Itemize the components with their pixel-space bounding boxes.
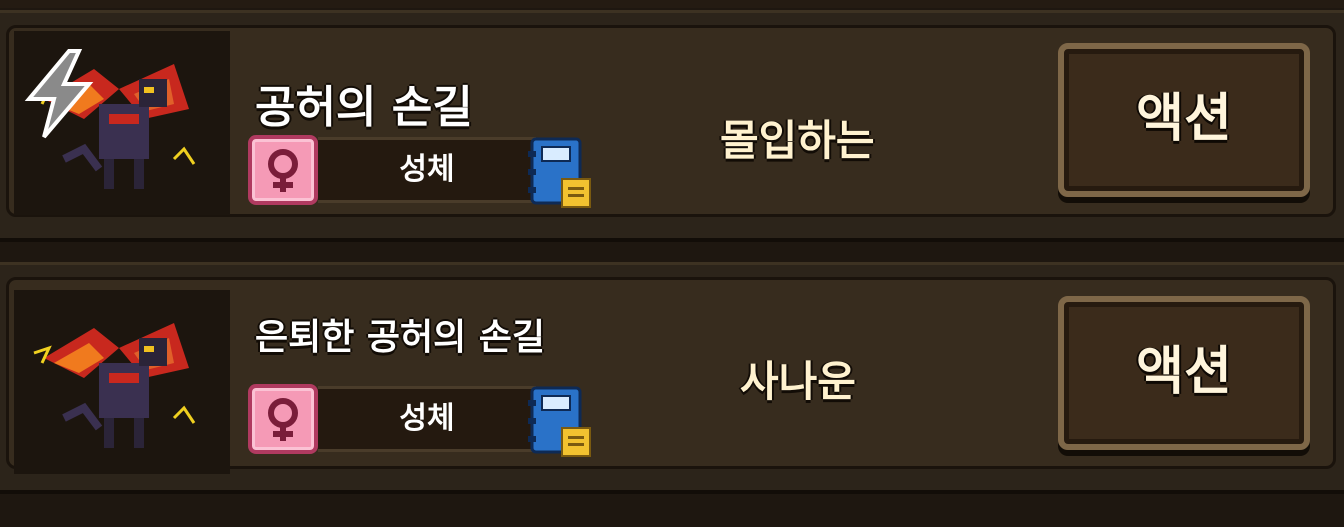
monster-name: 은퇴한 공허의 손길: [255, 317, 546, 358]
action-button[interactable]: 액션: [1058, 296, 1310, 450]
journal-book-icon[interactable]: [528, 137, 592, 209]
mood-label: 사나운: [740, 357, 856, 406]
action-button[interactable]: 액션: [1058, 43, 1310, 197]
top-strip: [0, 0, 1344, 8]
gender-badge: [248, 384, 318, 454]
monster-portrait[interactable]: [14, 290, 230, 474]
monster-name: 공허의 손길: [255, 82, 473, 133]
lightning-bolt-icon: [24, 49, 94, 139]
dragon-sprite-icon: [33, 323, 196, 448]
female-symbol-icon: [268, 149, 298, 192]
gender-badge: [248, 135, 318, 205]
journal-book-icon[interactable]: [528, 386, 592, 458]
female-symbol-icon: [268, 398, 298, 441]
monster-card: 공허의 손길 성체 몰입하는 액션: [0, 10, 1344, 242]
monster-portrait[interactable]: [14, 31, 230, 215]
mood-label: 몰입하는: [720, 116, 875, 165]
trait-label: 성체: [318, 137, 536, 203]
trait-label: 성체: [318, 386, 536, 452]
